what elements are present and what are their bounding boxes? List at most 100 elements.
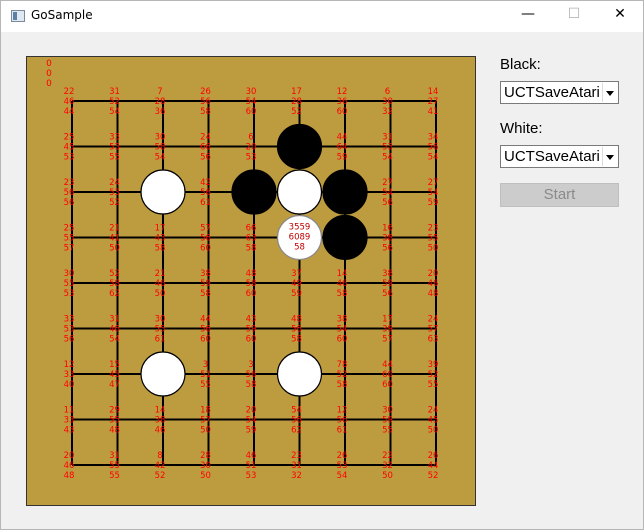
point-stat-value: 30: [382, 97, 393, 107]
start-button[interactable]: Start: [500, 183, 619, 207]
point-stat-value: 33: [64, 416, 75, 426]
black-player-value: UCTSaveAtari: [504, 84, 600, 101]
point-stat-value: 63: [428, 335, 439, 345]
point-stat-value: 46: [109, 325, 120, 335]
point-stat-value: 56: [246, 370, 257, 380]
point-stat-value: 47: [109, 380, 120, 390]
point-stat-value: 66: [246, 224, 257, 234]
point-stat-value: 54: [428, 188, 439, 198]
point-stat-value: 41: [109, 234, 120, 244]
point-stat-value: 26: [200, 87, 211, 97]
point-stat-value: 40: [64, 380, 75, 390]
point-stat-value: 57: [64, 244, 75, 254]
black-stone[interactable]: [276, 123, 323, 170]
point-stat-value: 56: [200, 325, 211, 335]
point-stat-value: 57: [200, 224, 211, 234]
point-stat-value: 56: [382, 244, 393, 254]
point-stat-value: 54: [382, 188, 393, 198]
white-stone[interactable]: [276, 169, 323, 215]
go-board[interactable]: 22 46 44 31 52 54 7 28 36 26 56 58 30 54 60 17 28 52 12 36 6…: [26, 56, 476, 506]
white-player-value: UCTSaveAtari: [504, 148, 600, 165]
point-stat-value: 8: [157, 451, 162, 461]
highlighted-stone-stat: 58: [294, 243, 305, 253]
point-stat-value: 50: [200, 426, 211, 436]
point-stat-value: 32: [382, 107, 393, 117]
maximize-button[interactable]: ☐: [551, 1, 597, 32]
white-stone[interactable]: [140, 169, 186, 215]
point-stat-value: 56: [337, 416, 348, 426]
point-stat-value: 36: [337, 97, 348, 107]
black-player-select[interactable]: UCTSaveAtari: [500, 81, 619, 104]
close-button[interactable]: ✕: [597, 1, 643, 32]
white-stone[interactable]: [276, 351, 323, 397]
point-stat-value: 24: [109, 178, 120, 188]
chevron-down-icon[interactable]: [602, 83, 617, 102]
point-stat-value: 51: [200, 370, 211, 380]
point-stat-value: 12: [64, 360, 75, 370]
point-stat-value: 50: [428, 244, 439, 254]
point-stat-value: 43: [246, 315, 257, 325]
point-stat-value: 6: [385, 87, 390, 97]
white-stone[interactable]: [140, 351, 186, 397]
point-stat-value: 60: [382, 370, 393, 380]
window-title: GoSample: [31, 8, 93, 22]
point-stat-value: 54: [337, 325, 348, 335]
point-stat-value: 12: [337, 406, 348, 416]
point-stat-value: 54: [246, 97, 257, 107]
point-stat-value: 60: [246, 289, 257, 299]
point-stat-value: 46: [155, 426, 166, 436]
black-stone[interactable]: [322, 214, 368, 261]
point-stat-value: 56: [64, 188, 75, 198]
black-player-label: Black:: [500, 56, 541, 73]
point-stat-value: 53: [64, 325, 75, 335]
point-stat-value: 50: [200, 471, 211, 481]
point-stat-value: 52: [428, 370, 439, 380]
point-stat-value: 60: [200, 244, 211, 254]
point-stat-value: 55: [109, 461, 120, 471]
point-stat-value: 27: [428, 178, 439, 188]
point-stat-value: 31: [109, 451, 120, 461]
point-stat-value: 11: [64, 406, 75, 416]
point-stat-value: 58: [200, 289, 211, 299]
point-stat-value: 53: [382, 143, 393, 153]
point-stat-value: 31: [109, 315, 120, 325]
point-stat-value: 53: [337, 461, 348, 471]
point-stat-value: 63: [246, 234, 257, 244]
point-stat-value: 78: [337, 360, 348, 370]
point-stat-value: 50: [382, 471, 393, 481]
point-stat-value: 56: [428, 143, 439, 153]
corner-stat: 0: [46, 69, 52, 79]
point-stat-value: 23: [428, 224, 439, 234]
black-stone[interactable]: [231, 169, 277, 215]
point-stat-value: 28: [155, 97, 166, 107]
point-stat-value: 60: [246, 335, 257, 345]
minimize-button[interactable]: —: [505, 1, 551, 32]
point-stat-value: 46: [64, 461, 75, 471]
point-stat-value: 56: [291, 325, 302, 335]
point-stat-value: 52: [155, 471, 166, 481]
point-stat-value: 30: [200, 461, 211, 471]
point-stat-value: 39: [428, 360, 439, 370]
black-stone[interactable]: [322, 169, 368, 215]
point-stat-value: 55: [64, 234, 75, 244]
app-icon: [11, 10, 25, 22]
title-bar[interactable]: GoSample — ☐ ✕: [1, 1, 643, 32]
corner-stat: 0: [46, 79, 52, 89]
point-stat-value: 23: [291, 451, 302, 461]
point-stat-value: 50: [428, 426, 439, 436]
point-stat-value: 44: [200, 315, 211, 325]
chevron-down-icon[interactable]: [602, 147, 617, 166]
point-stat-value: 45: [64, 143, 75, 153]
point-stat-value: 46: [337, 279, 348, 289]
go-board-canvas[interactable]: 2246443152547283626565830546017285212366…: [27, 57, 475, 505]
point-stat-value: 49: [291, 279, 302, 289]
point-stat-value: 55: [109, 153, 120, 163]
point-stat-value: 52: [109, 198, 120, 208]
point-stat-value: 54: [291, 406, 302, 416]
point-stat-value: 23: [64, 178, 75, 188]
white-player-select[interactable]: UCTSaveAtari: [500, 145, 619, 168]
point-stat-value: 50: [155, 289, 166, 299]
point-stat-value: 27: [428, 97, 439, 107]
point-stat-value: 17: [155, 224, 166, 234]
point-stat-value: 59: [291, 289, 302, 299]
